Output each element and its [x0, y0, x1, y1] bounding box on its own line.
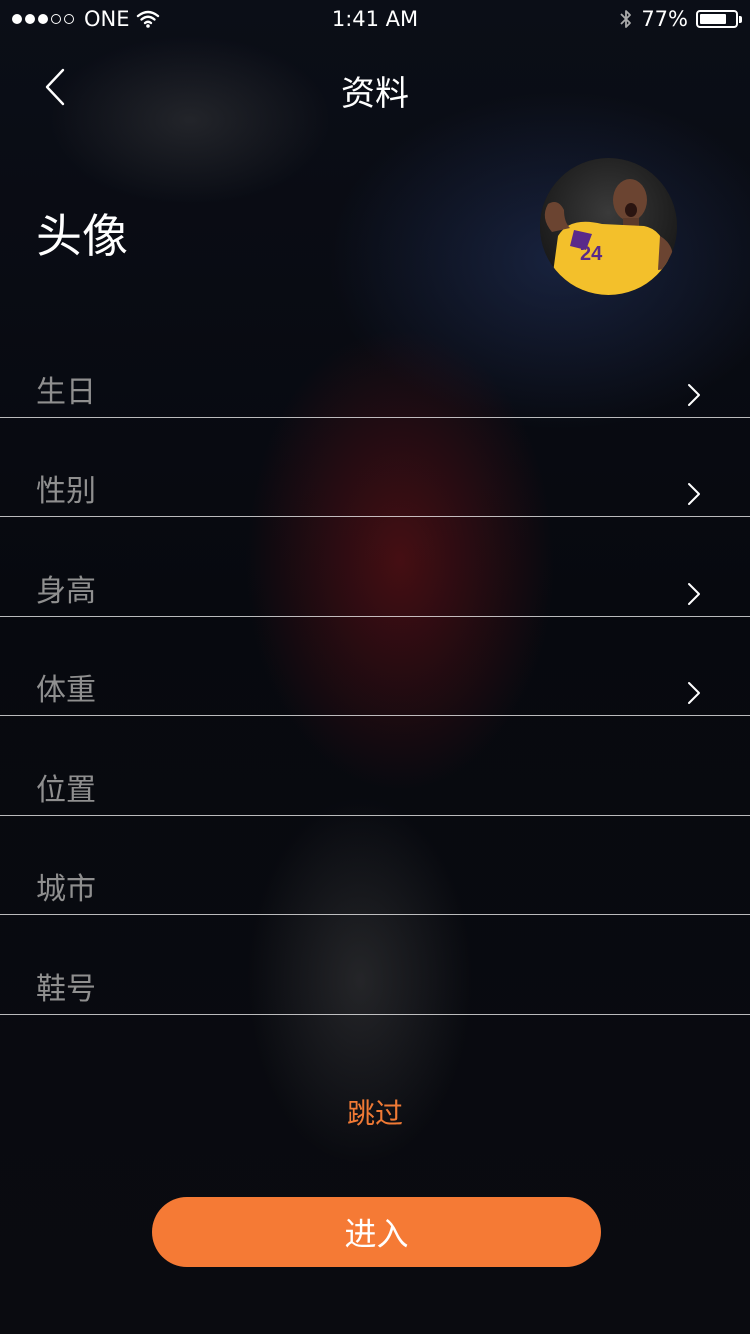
field-row[interactable]: 城市 — [0, 816, 750, 915]
field-label: 生日 — [36, 374, 96, 410]
chevron-right-icon — [688, 383, 700, 406]
avatar-label: 头像 — [36, 209, 128, 263]
page-title: 资料 — [341, 74, 409, 114]
field-row[interactable]: 鞋号 — [0, 915, 750, 1015]
status-bar: ONE 1:41 AM 77% — [0, 0, 750, 40]
field-label: 性别 — [36, 474, 96, 509]
avatar-image[interactable]: 24 — [540, 158, 677, 295]
field-label: 位置 — [36, 772, 96, 808]
profile-fields-list: 生日性别身高体重位置城市鞋号 — [0, 318, 750, 1015]
battery-icon — [696, 10, 742, 28]
svg-text:24: 24 — [580, 243, 603, 265]
player-photo: 24 — [540, 158, 677, 295]
chevron-right-icon — [688, 682, 700, 704]
field-row[interactable]: 身高 — [0, 517, 750, 617]
battery-percent: 77% — [641, 7, 688, 31]
field-row[interactable]: 生日 — [0, 318, 750, 418]
status-bar-right: 77% — [619, 7, 742, 31]
battery-level-fill — [700, 14, 726, 24]
field-row[interactable]: 位置 — [0, 716, 750, 816]
field-label: 鞋号 — [36, 971, 96, 1007]
field-row[interactable]: 性别 — [0, 418, 750, 517]
enter-button[interactable]: 进入 — [152, 1197, 601, 1267]
skip-button[interactable]: 跳过 — [0, 1092, 750, 1132]
field-row[interactable]: 体重 — [0, 617, 750, 716]
profile-screen: ONE 1:41 AM 77% 资料 头像 24 生日 性别 身高 体重 位置 … — [0, 0, 750, 1334]
chevron-right-icon — [688, 582, 700, 605]
bluetooth-icon — [620, 10, 632, 28]
field-label: 体重 — [36, 673, 96, 708]
field-label: 身高 — [36, 573, 96, 609]
chevron-right-icon — [688, 483, 700, 505]
field-label: 城市 — [36, 872, 96, 907]
